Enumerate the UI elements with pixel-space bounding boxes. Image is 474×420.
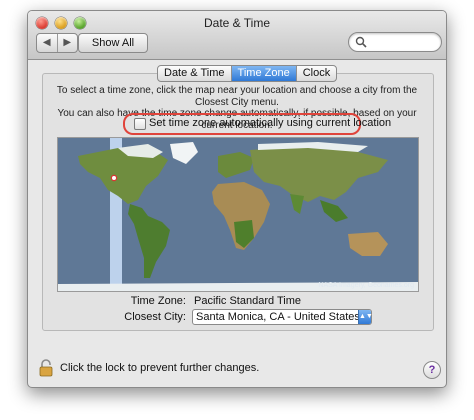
- search-icon: [355, 36, 367, 48]
- window-title: Date & Time: [203, 16, 271, 30]
- chevron-down-icon[interactable]: ▲▼: [358, 310, 373, 324]
- tab-date-time[interactable]: Date & Time: [158, 66, 231, 81]
- southeast-asia-shape: [320, 200, 348, 222]
- world-map[interactable]: NASA Imagery, Geonames.org: [57, 137, 419, 292]
- europe-shape: [218, 152, 254, 178]
- search-field[interactable]: [348, 32, 442, 52]
- tab-bar: Date & Time Time Zone Clock: [157, 65, 338, 82]
- closest-city-select[interactable]: Santa Monica, CA - United States ▲▼: [192, 309, 373, 325]
- back-button[interactable]: ◀: [37, 34, 57, 52]
- auto-location-label[interactable]: Set time zone automatically using curren…: [149, 117, 391, 129]
- help-button[interactable]: ?: [423, 361, 441, 379]
- search-input[interactable]: [369, 34, 435, 48]
- greenland-shape: [170, 142, 198, 164]
- closest-city-value: Santa Monica, CA - United States: [196, 311, 360, 323]
- closest-city-label: Closest City:: [124, 311, 186, 323]
- lock-message: Click the lock to prevent further change…: [60, 362, 260, 374]
- asia-shape: [250, 146, 388, 202]
- time-zone-label: Time Zone:: [130, 295, 186, 307]
- lock-icon[interactable]: [39, 359, 53, 377]
- title-bar: Date & Time ◀ ▶ Show All: [28, 11, 446, 60]
- tab-clock[interactable]: Clock: [295, 66, 337, 81]
- forward-button[interactable]: ▶: [56, 34, 78, 52]
- auto-location-checkbox[interactable]: [134, 118, 146, 130]
- map-credit: NASA Imagery, Geonames.org: [318, 282, 414, 289]
- instructions-line-1: To select a time zone, click the map nea…: [56, 85, 418, 108]
- show-all-button[interactable]: Show All: [78, 33, 148, 53]
- tab-time-zone[interactable]: Time Zone: [230, 66, 296, 81]
- world-map-graphic: [58, 138, 418, 291]
- back-forward-control: ◀ ▶: [36, 33, 78, 53]
- preferences-window: Date & Time ◀ ▶ Show All Date & Time Tim…: [27, 10, 447, 388]
- time-zone-value: Pacific Standard Time: [194, 295, 301, 307]
- india-shape: [290, 194, 304, 214]
- australia-shape: [348, 232, 388, 256]
- location-pin-icon: [110, 174, 118, 182]
- auto-location-highlight: Set time zone automatically using curren…: [123, 113, 391, 135]
- south-america-shape: [128, 204, 170, 278]
